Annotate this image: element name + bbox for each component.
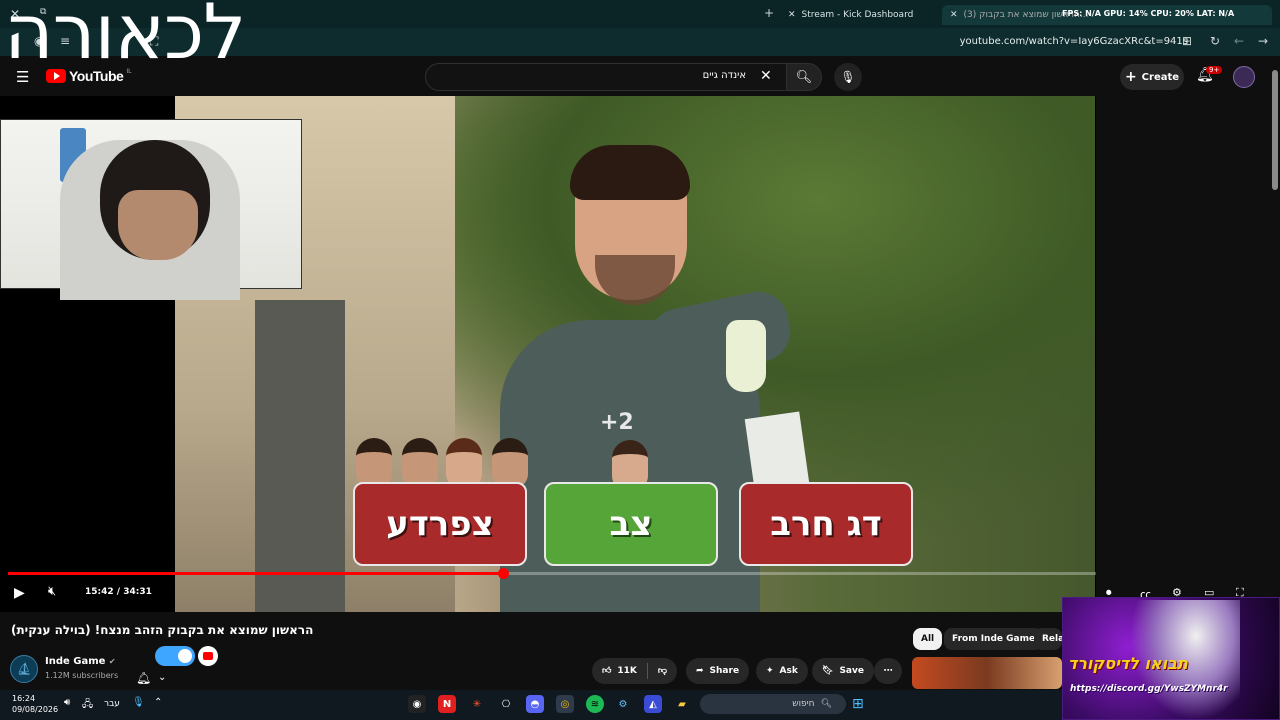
claude-icon[interactable]: ✳: [468, 695, 486, 713]
stream-toggle[interactable]: [155, 646, 195, 666]
channel-name[interactable]: Inde Game ✔: [45, 656, 116, 667]
video-person-hair: [570, 145, 690, 200]
spotify-icon[interactable]: ≋: [586, 695, 604, 713]
contestant-face: [492, 438, 528, 488]
chip-related[interactable]: Rela: [1034, 628, 1062, 650]
voice-search-button[interactable]: 🎙︎: [834, 63, 862, 91]
time-display: 15:42 / 34:31: [85, 587, 152, 597]
taskbar-search[interactable]: 🔍︎ חיפוש: [700, 694, 846, 714]
create-button[interactable]: + Create: [1120, 64, 1184, 90]
right-column: [1096, 96, 1280, 596]
stats-overlay: FPS: N/A GPU: 14% CPU: 20% LAT: N/A: [1062, 9, 1235, 18]
webcam-person-face: [118, 190, 198, 260]
mic-tray-icon[interactable]: 🎙︎: [132, 697, 145, 708]
thumbs-up-icon: 👍︎: [602, 666, 612, 676]
save-button[interactable]: 🔖︎ Save: [812, 658, 874, 684]
contestant-face: [446, 438, 482, 488]
file-explorer-icon[interactable]: ▰: [673, 695, 691, 713]
share-button[interactable]: ➦ Share: [686, 658, 750, 684]
netflix-icon[interactable]: N: [438, 695, 456, 713]
account-avatar[interactable]: [1233, 66, 1255, 88]
url-text[interactable]: youtube.com/watch?v=Iay6GzacXRc&t=941s: [960, 36, 1188, 47]
stream-overlay-title: לכאורה: [4, 0, 246, 76]
boat-icon: ⛵︎: [16, 662, 32, 676]
microphone-icon: 🎙︎: [840, 70, 856, 84]
discord-icon[interactable]: ◓: [526, 695, 544, 713]
chatgpt-icon[interactable]: ⎔: [497, 695, 515, 713]
reload-icon[interactable]: ↻: [1210, 34, 1220, 48]
youtube-mini-icon: [198, 646, 218, 666]
golden-bottle: [726, 320, 766, 392]
plus-count-label: +2: [600, 410, 634, 435]
close-tab-icon[interactable]: ✕: [950, 10, 958, 20]
channel-avatar[interactable]: ⛵︎: [10, 655, 38, 683]
obs-icon[interactable]: ◉: [408, 695, 426, 713]
notifications-badge: 9+: [1206, 66, 1223, 74]
thumbs-down-icon[interactable]: 👎︎: [658, 666, 667, 676]
clear-search-icon[interactable]: ✕: [760, 68, 772, 84]
steam-icon[interactable]: ⚙: [614, 695, 632, 713]
progress-scrubber[interactable]: [498, 568, 509, 579]
back-icon[interactable]: ←: [1234, 34, 1244, 48]
more-icon: ⋯: [883, 666, 893, 676]
verified-icon: ✔: [108, 657, 116, 666]
choice-turtle: צב: [544, 482, 718, 566]
video-background-window: [255, 300, 345, 612]
chevron-down-icon[interactable]: ⌄: [158, 672, 166, 683]
tab-kick-dashboard[interactable]: ✕ Stream - Kick Dashboard K: [788, 5, 948, 25]
share-icon: ➦: [696, 666, 704, 676]
taskbar-clock[interactable]: 16:24 09/08/2026: [12, 693, 58, 715]
like-button[interactable]: 👍︎ 11K 👎︎: [592, 658, 678, 684]
search-input[interactable]: אינדה גיים ✕: [425, 63, 787, 91]
video-title: הראשון שמוצא את בקבוק הזהב מנצח! (בוילה …: [11, 623, 314, 637]
forward-icon[interactable]: →: [1258, 34, 1268, 48]
progress-fill: [8, 572, 503, 575]
divider: [646, 663, 648, 679]
mute-icon[interactable]: 🔇︎: [48, 584, 56, 599]
play-button[interactable]: ▶: [14, 585, 25, 601]
choice-swordfish: דג חרב: [739, 482, 913, 566]
bookmark-icon: 🔖︎: [822, 666, 834, 676]
chrome-icon[interactable]: ◎: [556, 695, 574, 713]
chip-from-channel[interactable]: From Inde Game: [944, 628, 1044, 650]
ask-button[interactable]: ✦ Ask: [756, 658, 808, 684]
subscriber-count: 1.12M subscribers: [45, 671, 119, 680]
language-indicator[interactable]: עבר: [104, 699, 120, 709]
promo-title: תבואו לדיסקורד: [1068, 654, 1188, 673]
close-tab-icon[interactable]: ✕: [788, 10, 796, 20]
windows-start-icon[interactable]: ⊞: [852, 696, 864, 712]
promo-discord-link: https://discord.gg/YwsZYMnr4r: [1070, 684, 1228, 694]
search-button[interactable]: 🔍︎: [786, 63, 822, 91]
choice-frog: צפרדע: [353, 482, 527, 566]
volume-icon[interactable]: 🔊︎: [64, 697, 70, 708]
network-icon[interactable]: 🖧: [82, 697, 93, 714]
page-scrollbar[interactable]: [1272, 70, 1278, 190]
new-tab-icon[interactable]: +: [764, 6, 774, 20]
plus-icon: +: [1124, 69, 1137, 85]
contestant-face: [356, 438, 392, 488]
chevron-up-icon[interactable]: ⌃: [154, 697, 162, 708]
subscription-bell-icon[interactable]: 🔔︎: [136, 671, 151, 685]
app-icon[interactable]: ◭: [644, 695, 662, 713]
search-icon: 🔍︎: [795, 69, 813, 85]
sparkle-icon: ✦: [766, 666, 774, 676]
search-icon: 🔍︎: [820, 699, 832, 709]
contestant-face: [402, 438, 438, 488]
chip-all[interactable]: All: [913, 628, 943, 650]
more-actions-button[interactable]: ⋯: [874, 658, 902, 684]
search-query: אינדה גיים: [702, 70, 746, 81]
recommended-thumbnail[interactable]: [912, 657, 1062, 689]
